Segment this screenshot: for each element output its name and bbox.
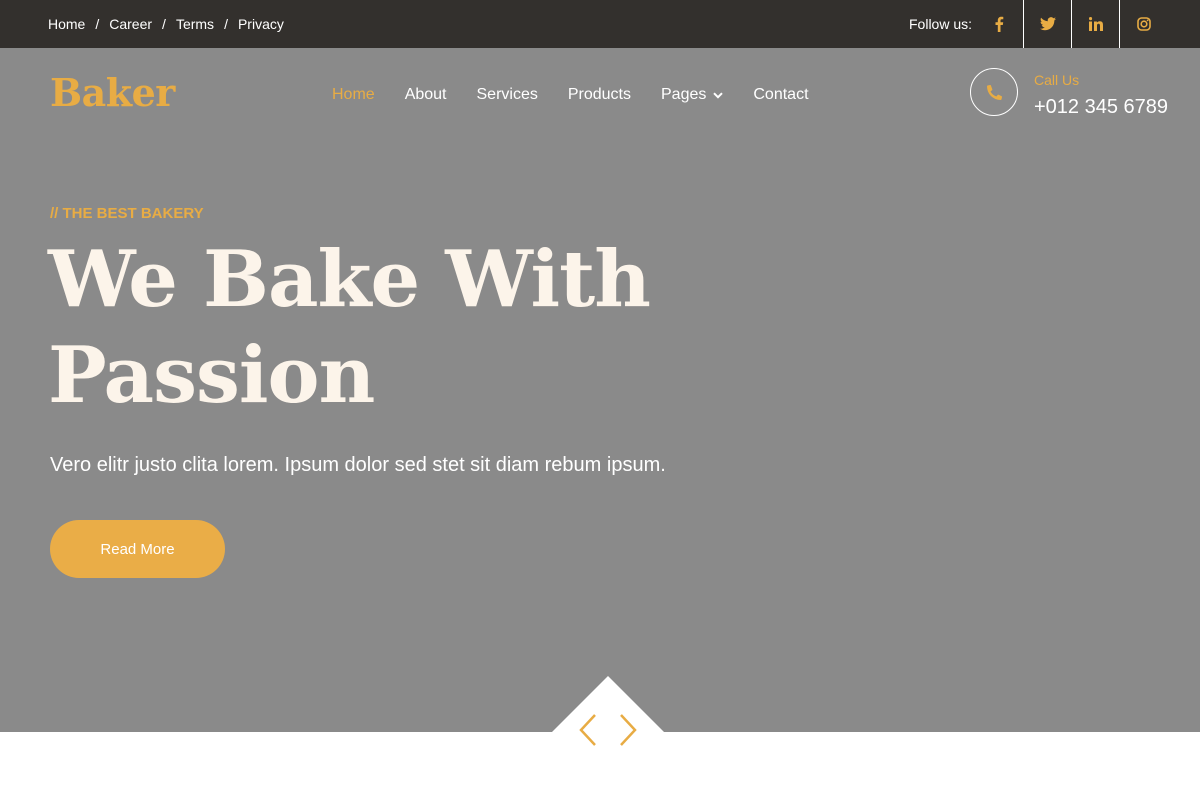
- hero-headline: We Bake With Passion: [48, 232, 748, 424]
- twitter-link[interactable]: [1023, 0, 1071, 48]
- carousel-control-box-base: [552, 732, 664, 750]
- phone-icon: [986, 84, 1002, 100]
- nav-item-services[interactable]: Services: [477, 86, 538, 104]
- top-bar: Home / Career / Terms / Privacy Follow u…: [0, 0, 1200, 48]
- carousel-next-button[interactable]: [616, 712, 640, 748]
- chevron-down-icon: [713, 91, 724, 99]
- top-link-terms[interactable]: Terms: [176, 16, 214, 32]
- nav-item-pages-label: Pages: [661, 86, 707, 103]
- nav-item-contact[interactable]: Contact: [753, 86, 808, 104]
- call-label: Call Us: [1034, 72, 1080, 88]
- link-separator: /: [224, 16, 228, 32]
- nav-item-products[interactable]: Products: [568, 86, 631, 104]
- hero-headline-line2: Passion: [48, 330, 375, 421]
- nav-item-home[interactable]: Home: [332, 86, 375, 104]
- chevron-right-icon: [620, 714, 637, 746]
- top-link-privacy[interactable]: Privacy: [238, 16, 284, 32]
- facebook-link[interactable]: [975, 0, 1023, 48]
- twitter-icon: [1039, 17, 1056, 31]
- top-links: Home / Career / Terms / Privacy: [48, 0, 284, 48]
- follow-label: Follow us:: [909, 16, 973, 32]
- linkedin-icon: [1088, 17, 1103, 31]
- hero-subtitle: Vero elitr justo clita lorem. Ipsum dolo…: [50, 454, 666, 476]
- top-link-career[interactable]: Career: [109, 16, 152, 32]
- linkedin-link[interactable]: [1071, 0, 1119, 48]
- call-button[interactable]: [970, 68, 1018, 116]
- carousel-prev-button[interactable]: [576, 712, 600, 748]
- instagram-icon: [1136, 17, 1151, 31]
- nav-item-about[interactable]: About: [405, 86, 447, 104]
- phone-number[interactable]: +012 345 6789: [1034, 96, 1168, 119]
- main-nav: Home About Services Products Pages Conta…: [332, 84, 839, 106]
- hero-eyebrow: // THE BEST BAKERY: [50, 205, 204, 222]
- hero-headline-line1: We Bake With: [48, 234, 651, 325]
- read-more-button[interactable]: Read More: [50, 520, 225, 578]
- facebook-icon: [995, 16, 1004, 32]
- link-separator: /: [162, 16, 166, 32]
- chevron-left-icon: [579, 714, 596, 746]
- instagram-link[interactable]: [1119, 0, 1167, 48]
- top-link-home[interactable]: Home: [48, 16, 85, 32]
- site-logo[interactable]: Baker: [50, 70, 175, 115]
- nav-item-pages[interactable]: Pages: [661, 86, 724, 104]
- link-separator: /: [95, 16, 100, 32]
